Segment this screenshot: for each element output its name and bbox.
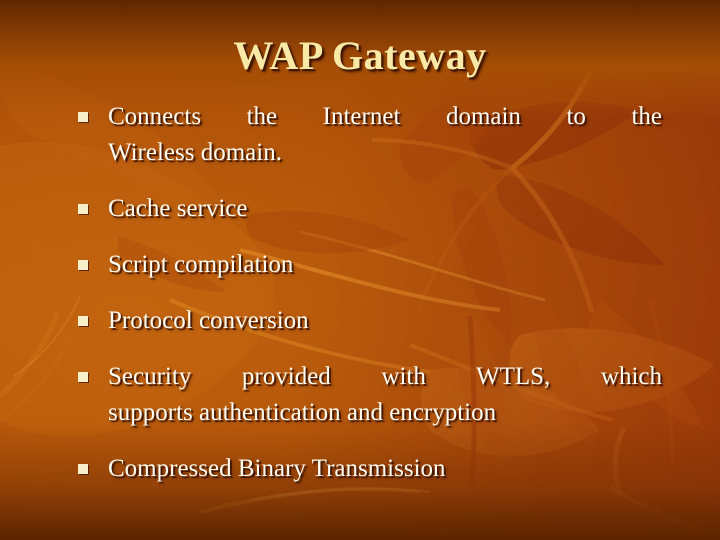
square-bullet-icon [78, 372, 88, 382]
list-item-text: Connects the Internet domain to the Wire… [108, 99, 662, 171]
list-item: Protocol conversion [78, 303, 662, 339]
square-bullet-icon [78, 112, 88, 122]
square-bullet-icon [78, 464, 88, 474]
list-item-text: Protocol conversion [108, 307, 309, 334]
list-item-text: Script compilation [108, 251, 294, 278]
list-item: Compressed Binary Transmission [78, 451, 662, 487]
list-item-line: Connects the Internet domain to the [108, 103, 662, 130]
list-item-text: Compressed Binary Transmission [108, 455, 446, 482]
list-item-text: Cache service [108, 195, 248, 222]
list-item: Script compilation [78, 247, 662, 283]
slide-canvas: WAP Gateway Connects the Internet domain… [0, 0, 720, 540]
square-bullet-icon [78, 260, 88, 270]
list-item-line: Wireless domain. [108, 139, 282, 166]
page-title: WAP Gateway [233, 33, 487, 78]
list-item: Connects the Internet domain to the Wire… [78, 99, 662, 171]
list-item-line: Security provided with WTLS, which [108, 363, 662, 390]
list-item-line: supports authentication and encryption [108, 399, 497, 426]
square-bullet-icon [78, 204, 88, 214]
list-item-text: Security provided with WTLS, which suppo… [108, 359, 662, 431]
bullet-list: Connects the Internet domain to the Wire… [78, 99, 662, 487]
square-bullet-icon [78, 316, 88, 326]
list-item: Cache service [78, 191, 662, 227]
list-item: Security provided with WTLS, which suppo… [78, 359, 662, 431]
